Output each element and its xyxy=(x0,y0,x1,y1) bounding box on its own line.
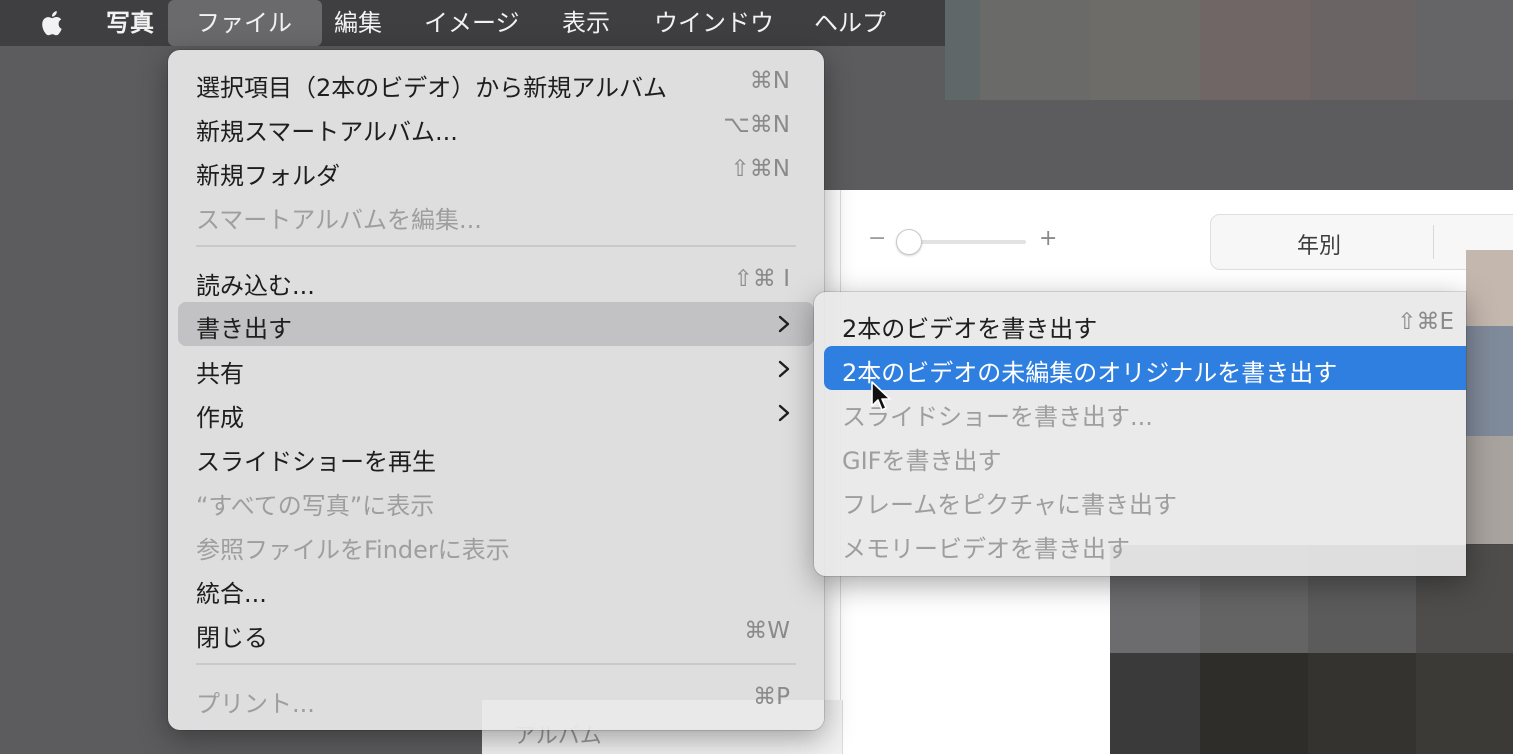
zoom-in-button[interactable]: + xyxy=(1039,226,1057,251)
menu-item-label: 2本のビデオの未編集のオリジナルを書き出す xyxy=(842,359,1338,387)
menu-item-consolidate[interactable]: 統合... xyxy=(178,567,814,611)
menu-item-export-memory-video: メモリービデオを書き出す xyxy=(824,522,1466,566)
menu-item-label: “すべての写真”に表示 xyxy=(196,492,435,520)
menu-item-show-in-all-photos: “すべての写真”に表示 xyxy=(178,479,814,523)
shortcut-label: ⌥⌘N xyxy=(723,112,790,138)
shortcut-label: ⌘P xyxy=(753,684,790,710)
photo-thumbnails-bottom xyxy=(1110,545,1513,754)
menu-image[interactable]: イメージ xyxy=(424,0,520,46)
menu-item-label: フレームをピクチャに書き出す xyxy=(842,491,1178,519)
menu-item-label: 新規フォルダ xyxy=(196,162,340,190)
menu-item-label: 読み込む... xyxy=(196,272,315,300)
menu-file[interactable]: ファイル xyxy=(168,0,322,46)
shortcut-label: ⇧⌘N xyxy=(730,156,790,182)
chevron-right-icon xyxy=(778,404,790,422)
menu-item-new-smart-album[interactable]: 新規スマートアルバム... ⌥⌘N xyxy=(178,105,814,149)
menu-item-label: スライドショーを再生 xyxy=(196,448,436,476)
menu-view[interactable]: 表示 xyxy=(562,0,610,46)
shortcut-label: ⇧⌘E xyxy=(1397,309,1454,335)
menu-edit[interactable]: 編集 xyxy=(334,0,382,46)
menu-item-label: 参照ファイルをFinderに表示 xyxy=(196,536,510,564)
shortcut-label: ⌘W xyxy=(744,618,790,644)
menu-item-label: メモリービデオを書き出す xyxy=(842,535,1130,563)
menu-item-print: プリント... ⌘P xyxy=(178,677,814,721)
menu-bar: 写真 ファイル 編集 イメージ 表示 ウインドウ ヘルプ xyxy=(0,0,945,46)
menu-item-import[interactable]: 読み込む... ⇧⌘ I xyxy=(178,259,814,303)
menu-item-export-slideshow: スライドショーを書き出す... xyxy=(824,390,1466,434)
file-menu: 選択項目（2本のビデオ）から新規アルバム ⌘N 新規スマートアルバム... ⌥⌘… xyxy=(168,50,824,730)
menu-item-label: プリント... xyxy=(196,690,315,718)
background-thumbnails-top xyxy=(945,0,1513,100)
menu-photos[interactable]: 写真 xyxy=(106,0,154,46)
menu-help[interactable]: ヘルプ xyxy=(814,0,886,46)
zoom-slider-knob[interactable] xyxy=(896,229,922,255)
menu-item-edit-smart-album: スマートアルバムを編集... xyxy=(178,193,814,237)
menu-separator xyxy=(196,245,796,247)
menu-window[interactable]: ウインドウ xyxy=(654,0,774,46)
menu-item-export[interactable]: 書き出す xyxy=(178,302,814,346)
menu-item-label: 新規スマートアルバム... xyxy=(196,118,458,146)
menu-item-label: 共有 xyxy=(196,360,244,388)
menu-item-label: 統合... xyxy=(196,580,267,608)
shortcut-label: ⇧⌘ I xyxy=(733,266,790,292)
apple-icon[interactable] xyxy=(38,8,68,38)
menu-item-play-slideshow[interactable]: スライドショーを再生 xyxy=(178,435,814,479)
menu-item-share[interactable]: 共有 xyxy=(178,347,814,391)
menu-item-label: 作成 xyxy=(196,404,244,432)
zoom-out-button[interactable]: − xyxy=(868,226,886,251)
menu-separator xyxy=(196,663,796,665)
menu-item-label: 閉じる xyxy=(196,624,268,652)
menu-item-new-folder[interactable]: 新規フォルダ ⇧⌘N xyxy=(178,149,814,193)
menu-item-label: スマートアルバムを編集... xyxy=(196,206,482,234)
export-submenu: 2本のビデオを書き出す ⇧⌘E 2本のビデオの未編集のオリジナルを書き出す スラ… xyxy=(814,292,1466,576)
shortcut-label: ⌘N xyxy=(749,68,790,94)
menu-item-create[interactable]: 作成 xyxy=(178,391,814,435)
menu-item-label: 2本のビデオを書き出す xyxy=(842,315,1098,343)
menu-item-new-album-from-selection[interactable]: 選択項目（2本のビデオ）から新規アルバム ⌘N xyxy=(178,61,814,105)
mouse-pointer-icon xyxy=(871,381,891,411)
chevron-right-icon xyxy=(778,315,790,333)
segment-divider xyxy=(1433,225,1434,259)
segment-years[interactable]: 年別 xyxy=(1297,228,1341,260)
menu-item-export-frame: フレームをピクチャに書き出す xyxy=(824,478,1466,522)
menu-item-close[interactable]: 閉じる ⌘W xyxy=(178,611,814,655)
menu-item-label: GIFを書き出す xyxy=(842,447,1002,475)
menu-item-export-unmodified-originals[interactable]: 2本のビデオの未編集のオリジナルを書き出す xyxy=(824,346,1466,390)
menu-item-label: 書き出す xyxy=(196,315,292,343)
menu-item-export-gif: GIFを書き出す xyxy=(824,434,1466,478)
menu-item-show-referenced-in-finder: 参照ファイルをFinderに表示 xyxy=(178,523,814,567)
menu-item-label: 選択項目（2本のビデオ）から新規アルバム xyxy=(196,74,668,102)
chevron-right-icon xyxy=(778,360,790,378)
menu-item-export-videos[interactable]: 2本のビデオを書き出す ⇧⌘E xyxy=(824,302,1466,346)
